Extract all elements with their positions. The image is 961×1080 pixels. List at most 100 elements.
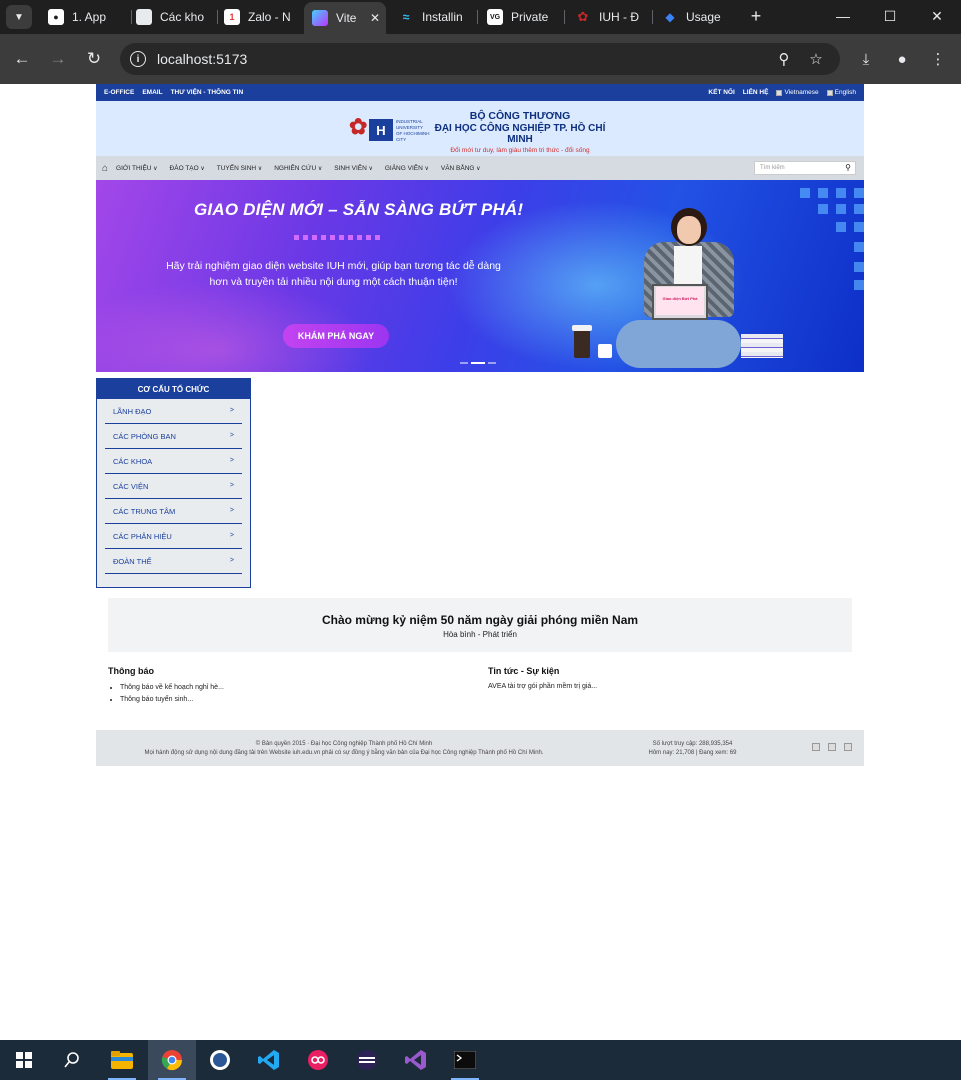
tab-6[interactable]: VG Private — [487, 4, 561, 30]
footer-notice-line: Mọi hành động sử dụng nội dung đăng tải … — [144, 750, 544, 756]
nav-van-bang[interactable]: VĂN BẰNG — [441, 165, 481, 172]
nav-nghien-cuu[interactable]: NGHIÊN CỨU — [274, 165, 322, 172]
tab-4-active[interactable]: Vite ✕ — [304, 2, 386, 34]
slider-dots[interactable] — [460, 362, 496, 364]
tab-2[interactable]: Các kho — [136, 4, 216, 30]
vg-icon: VG — [487, 9, 503, 25]
word-app-icon[interactable] — [196, 1040, 244, 1080]
hero-title: GIAO DIỆN MỚI – SẴN SÀNG BỨT PHÁ! — [194, 200, 524, 219]
tab-8[interactable]: ◆ Usage — [662, 4, 736, 30]
hero-description: Hãy trải nghiệm giao diện website IUH mớ… — [166, 260, 501, 288]
link-library[interactable]: THƯ VIỆN - THÔNG TIN — [171, 89, 244, 96]
search-placeholder: Tìm kiếm — [760, 165, 785, 171]
news-item[interactable]: AVEA tài trợ gói phần mềm trị giá... — [488, 683, 597, 690]
menu-label: ĐOÀN THỂ — [113, 556, 152, 566]
url-text[interactable]: localhost:5173 — [157, 51, 247, 67]
tab-7[interactable]: ✿ IUH - Đ — [575, 4, 645, 30]
menu-khoa[interactable]: CÁC KHOA > — [105, 449, 242, 474]
search-input[interactable]: Tìm kiếm ⚲ — [754, 161, 856, 175]
home-icon[interactable]: ⌂ — [102, 163, 108, 174]
menu-label: CÁC TRUNG TÂM — [113, 506, 176, 516]
menu-phan-hieu[interactable]: CÁC PHÂN HIỆU > — [105, 524, 242, 549]
header-title: BỘ CÔNG THƯƠNG ĐẠI HỌC CÔNG NGHIỆP TP. H… — [432, 110, 608, 154]
menu-icon[interactable]: ⋮ — [926, 47, 950, 71]
window-close-button[interactable]: ✕ — [914, 2, 960, 30]
broken-image-icon[interactable] — [828, 743, 836, 751]
flag-english[interactable]: English — [826, 89, 856, 96]
menu-lanh-dao[interactable]: LÃNH ĐẠO > — [105, 399, 242, 424]
star-icon[interactable]: ☆ — [806, 49, 826, 69]
decorative-squares — [796, 186, 864, 306]
minimize-button[interactable]: — — [820, 2, 866, 30]
nav-gioi-thieu[interactable]: GIỚI THIỆU — [116, 165, 158, 172]
hero-cta-button[interactable]: KHÁM PHÁ NGAY — [283, 324, 389, 348]
link-connect[interactable]: KẾT NỐI — [708, 89, 734, 96]
address-bar[interactable]: i localhost:5173 ⚲ ☆ — [120, 43, 840, 75]
file-explorer-icon[interactable] — [98, 1040, 146, 1080]
terminal-icon[interactable] — [441, 1040, 489, 1080]
browser-toolbar: ← → ↻ i localhost:5173 ⚲ ☆ ⤓ ● ⋮ — [0, 34, 961, 84]
broken-image-icon — [776, 89, 783, 96]
maximize-button[interactable]: ☐ — [867, 2, 913, 30]
zoom-icon[interactable]: ⚲ — [774, 49, 794, 69]
link-eoffice[interactable]: E-OFFICE — [104, 89, 134, 96]
chevron-right-icon: > — [229, 557, 234, 564]
tab-title: Usage — [686, 10, 721, 24]
github-icon: ● — [48, 9, 64, 25]
broken-image-icon[interactable] — [844, 743, 852, 751]
forward-icon[interactable]: → — [46, 47, 70, 71]
footer-copyright: © Bản quyền 2015 · Đại học Công nghiệp T… — [104, 740, 584, 758]
menu-doan-the[interactable]: ĐOÀN THỂ > — [105, 549, 242, 574]
org-structure-menu: CƠ CẤU TỔ CHỨC LÃNH ĐẠO > CÁC PHÒNG BAN > … — [96, 378, 251, 588]
nav-dao-tao[interactable]: ĐÀO TẠO — [170, 165, 205, 172]
link-contact[interactable]: LIÊN HỆ — [743, 89, 769, 96]
anniversary-subtitle: Hòa bình - Phát triển — [443, 630, 517, 639]
app-oo-icon[interactable] — [294, 1040, 342, 1080]
search-icon[interactable]: ⚲ — [845, 163, 851, 172]
broken-image-icon[interactable] — [812, 743, 820, 751]
back-icon[interactable]: ← — [10, 47, 34, 71]
laptop-screen: Giao diện Bứt Phá — [656, 287, 704, 315]
close-icon[interactable]: ✕ — [370, 11, 380, 25]
nav-tuyen-sinh[interactable]: TUYỂN SINH — [217, 165, 262, 172]
header-slogan: Đổi mới tư duy, làm giàu thêm tri thức -… — [450, 147, 590, 154]
chevron-right-icon: > — [229, 457, 234, 464]
tab-3[interactable]: 1 Zalo - N — [224, 4, 300, 30]
chrome-icon[interactable] — [148, 1040, 196, 1080]
visual-studio-icon[interactable] — [392, 1040, 440, 1080]
link-email[interactable]: EMAIL — [142, 89, 162, 96]
new-tab-button[interactable]: + — [746, 6, 766, 26]
footer-stats: Số lượt truy cập: 288,935,354 Hôm nay: 2… — [630, 740, 755, 758]
tab-5[interactable]: ≈ Installin — [398, 4, 474, 30]
chevron-right-icon: > — [229, 482, 234, 489]
flag-vietnamese[interactable]: Vietnamese — [776, 89, 819, 96]
eclipse-icon[interactable] — [343, 1040, 391, 1080]
menu-vien[interactable]: CÁC VIỆN > — [105, 474, 242, 499]
iuh-logo[interactable]: ✿ H INDUSTRIAL UNIVERSITY OF HOCHIMINH C… — [349, 114, 430, 144]
nav-giang-vien[interactable]: GIẢNG VIÊN — [385, 165, 429, 172]
tab-separator — [217, 10, 218, 24]
download-icon[interactable]: ⤓ — [854, 47, 878, 71]
tab-title: Private — [511, 10, 549, 24]
site-footer: © Bản quyền 2015 · Đại học Công nghiệp T… — [96, 730, 864, 766]
logo-flower-icon: ✿ — [349, 114, 368, 140]
menu-label: CÁC KHOA — [113, 456, 153, 466]
info-icon[interactable]: i — [130, 51, 146, 67]
chevron-down-icon: ▼ — [14, 11, 24, 23]
profile-icon[interactable]: ● — [890, 47, 914, 71]
reload-icon[interactable]: ↻ — [82, 47, 106, 71]
site-header: ✿ H INDUSTRIAL UNIVERSITY OF HOCHIMINH C… — [96, 101, 864, 156]
vscode-icon[interactable] — [245, 1040, 293, 1080]
windows-icon[interactable] — [0, 1040, 48, 1080]
notice-item[interactable]: Thông báo tuyển sinh... — [120, 694, 224, 706]
menu-phong-ban[interactable]: CÁC PHÒNG BAN > — [105, 424, 242, 449]
search-icon[interactable] — [48, 1040, 96, 1080]
iuh-icon: ✿ — [577, 9, 589, 24]
menu-trung-tam[interactable]: CÁC TRUNG TÂM > — [105, 499, 242, 524]
page-viewport: E-OFFICE EMAIL THƯ VIỆN - THÔNG TIN KẾT … — [0, 84, 961, 1040]
tab-search-button[interactable]: ▼ — [6, 5, 32, 29]
nav-sinh-vien[interactable]: SINH VIÊN — [334, 165, 373, 172]
tab-1[interactable]: ● 1. App — [48, 4, 130, 30]
notice-item[interactable]: Thông báo về kế hoạch nghỉ hè... — [120, 682, 224, 694]
org-structure-title: CƠ CẤU TỔ CHỨC — [97, 379, 250, 399]
